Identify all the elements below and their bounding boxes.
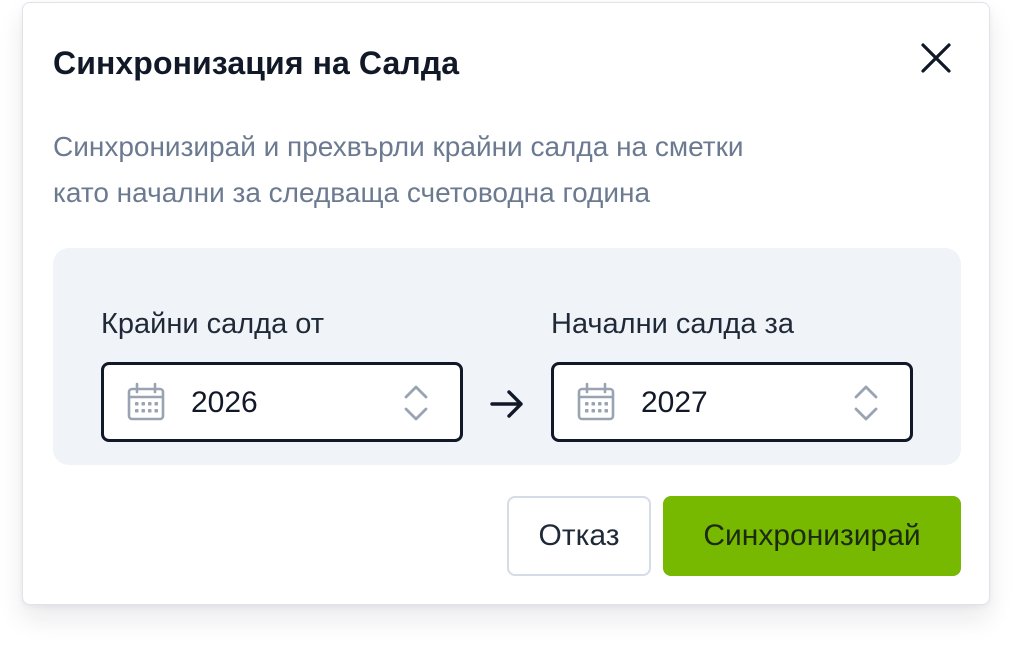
from-year-value: 2026 [191,386,258,419]
from-year-select[interactable]: 2026 [101,362,463,442]
cancel-button[interactable]: Отказ [507,496,651,576]
close-icon [921,43,951,73]
sync-button[interactable]: Синхронизирай [663,496,961,576]
year-selection-panel: Крайни салда от Начални салда за 2026 20… [53,248,961,465]
description-line-1: Синхронизирай и прехвърли крайни салда н… [53,131,744,162]
from-year-label: Крайни салда от [101,308,325,340]
calendar-icon [127,382,165,421]
description-line-2: като начални за следваща счетоводна годи… [53,177,651,208]
sync-balances-dialog: Синхронизация на Салда Синхронизирай и п… [22,2,990,605]
arrow-right-icon [490,390,523,418]
chevron-up-down-icon [854,385,878,421]
to-year-select[interactable]: 2027 [551,362,913,442]
dialog-title: Синхронизация на Салда [53,45,460,81]
calendar-icon [577,382,615,421]
to-year-label: Начални салда за [551,308,794,340]
dialog-description: Синхронизирай и прехвърли крайни салда н… [53,124,953,216]
close-button[interactable] [911,33,961,83]
to-year-value: 2027 [641,386,708,419]
chevron-up-down-icon [404,385,428,421]
